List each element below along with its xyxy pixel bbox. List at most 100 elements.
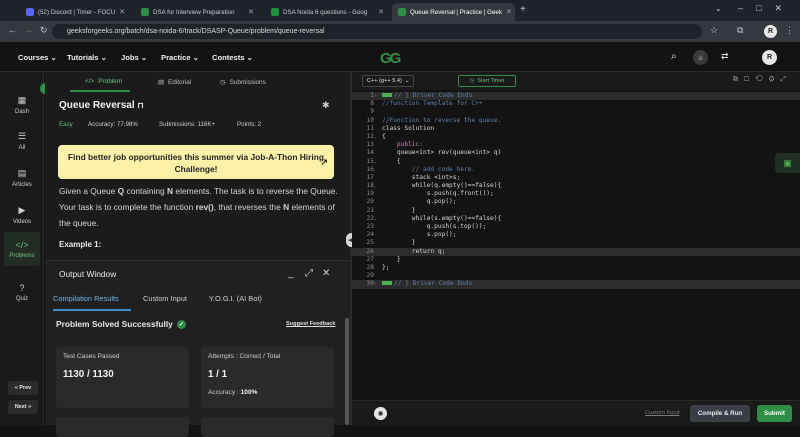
history-icon: ◷ [220,79,226,86]
fold-icon[interactable]: ⌄ [374,158,382,166]
user-avatar[interactable]: R [762,50,777,65]
folded-region-marker[interactable] [382,93,392,97]
code-line[interactable]: 19 s.push(q.front()); [352,190,800,198]
extensions-icon[interactable]: ⧉ [737,25,743,36]
code-line[interactable]: 1 ›// } Driver Code Ends [352,92,800,101]
code-line[interactable]: 11 class Solution [352,125,800,133]
tab-editorial[interactable]: ▤ Editorial [158,78,191,87]
code-line[interactable]: 28}; [352,264,800,272]
code-line[interactable]: 26 return q; [352,247,800,256]
chevron-down-icon[interactable]: ⌄ [715,4,722,13]
profile-avatar[interactable]: R [764,25,777,38]
reload-icon[interactable]: ↻ [40,25,48,36]
window-controls[interactable]: –□✕ [738,3,795,14]
menu-tutorials[interactable]: Tutorials ⌄ [67,53,107,62]
code-line[interactable]: 17 stack <int>s; [352,174,800,182]
tab-compilation-results[interactable]: Compilation Results [53,294,119,303]
code-line[interactable]: 16 // add code here. [352,166,800,174]
new-tab-icon[interactable]: + [520,4,526,15]
code-line[interactable]: 12 ⌄{ [352,133,800,141]
prev-button[interactable]: « Prev [8,381,38,395]
menu-courses[interactable]: Courses ⌄ [18,53,57,62]
code-line[interactable]: 18 ⌄ while(q.empty()==false){ [352,182,800,190]
close-icon[interactable]: ✕ [119,8,125,16]
close-icon[interactable]: ✕ [378,8,384,16]
rail-item-problems[interactable]: </> Problems [4,232,40,266]
browser-tab-sheets[interactable]: DSA Noida 6 questions - Goog ✕ [265,3,390,21]
code-line[interactable]: 22 ⌄ while(s.empty()==false){ [352,215,800,223]
job-a-thon-banner[interactable]: Find better job opportunities this summe… [58,145,334,179]
code-line[interactable]: 15 ⌄ { [352,158,800,166]
fold-icon[interactable]: ⌄ [374,182,382,190]
tab-submissions[interactable]: ◷ Submissions [220,78,266,87]
line-number: 21 [366,206,374,214]
tab-yogi-bot[interactable]: Y.O.G.I. (AI Bot) [209,294,262,303]
folded-region-marker[interactable] [382,281,392,286]
tab-problem[interactable]: </> Problem [85,78,122,85]
rail-item-videos[interactable]: ▶ Videos [4,198,40,232]
translate-icon[interactable]: ⇄ [721,51,729,62]
minimize-icon[interactable]: _ [288,268,294,279]
code-line[interactable]: 9 [352,108,800,116]
close-icon[interactable]: ✕ [322,268,330,279]
code-text: } [382,255,401,263]
tab-label: Queue Reversal | Practice | Geek [410,8,502,16]
rail-item-all[interactable]: ☰ All [4,124,40,158]
search-icon[interactable]: ⌕ [671,51,677,62]
back-icon[interactable]: ← [8,25,17,35]
output-scrollbar[interactable] [345,318,349,425]
close-icon[interactable]: ✕ [248,8,254,16]
language-select[interactable]: C++ (g++ 5.4) ⌄ [362,75,414,87]
tab-custom-input[interactable]: Custom Input [143,294,187,303]
custom-input-link[interactable]: Custom Input [645,410,679,416]
fullscreen-icon[interactable]: ⤢ [305,268,313,279]
fold-icon[interactable]: › [374,92,382,100]
start-timer-button[interactable]: ◷ Start Timer [458,75,516,87]
code-line[interactable]: 13 public: [352,141,800,149]
bug-report-icon[interactable]: ✱ [322,100,330,111]
rail-item-quiz[interactable]: ? Quiz [4,275,40,309]
chat-icon[interactable]: ▣ [775,153,800,173]
browser-tab-discord[interactable]: (52) Discord | Timer - FOCU ✕ [20,3,130,21]
menu-contests[interactable]: Contests ⌄ [212,53,253,62]
next-button[interactable]: Next » [8,400,38,414]
code-line[interactable]: 29 [352,272,800,280]
code-line[interactable]: 20 q.pop(); [352,198,800,206]
compile-run-button[interactable]: Compile & Run [690,405,750,422]
points-stat: Points: 2 [237,121,262,128]
menu-practice[interactable]: Practice ⌄ [161,53,199,62]
code-line[interactable]: 23 q.push(s.top()); [352,223,800,231]
gfg-logo[interactable]: GG [380,50,401,67]
code-line[interactable]: 30 ›// } Driver Code Ends [352,280,800,289]
lightbulb-icon[interactable]: ✺ [374,407,387,420]
fold-icon[interactable]: ⌄ [374,133,382,141]
browser-tab-dsa[interactable]: DSA for Interview Preparation ✕ [135,3,260,21]
code-line[interactable]: 25 } [352,239,800,247]
browser-tab-queue-reversal[interactable]: Queue Reversal | Practice | Geek ✕ [392,3,515,21]
fold-icon[interactable]: ⌄ [374,215,382,223]
code-line[interactable]: 24 s.pop(); [352,231,800,239]
submit-button[interactable]: Submit [757,405,792,422]
forward-icon[interactable]: → [24,25,33,35]
address-bar[interactable]: geeksforgeeks.org/batch/dsa-noida-6/trac… [52,24,702,39]
code-line[interactable]: 21 } [352,207,800,215]
code-line[interactable]: 14 queue<int> rev(queue<int> q) [352,149,800,157]
line-number: 10 [366,116,374,124]
check-circle-icon: ✓ [176,319,186,329]
bookmark-icon[interactable]: ⊓ [137,101,143,110]
star-icon[interactable]: ☆ [710,25,718,36]
close-icon[interactable]: ✕ [506,8,512,16]
theme-toggle-icon[interactable]: ☼ [693,50,708,65]
accuracy-line: Accuracy : 100% [208,389,258,396]
kebab-menu-icon[interactable]: ⋮ [785,25,794,36]
rail-item-articles[interactable]: ▤ Articles [4,161,40,195]
code-line[interactable]: 8 //function Template for C++ [352,100,800,108]
menu-jobs[interactable]: Jobs ⌄ [121,53,147,62]
code-line[interactable]: 27 } [352,256,800,264]
rail-item-dash[interactable]: ▦ Dash [4,88,40,122]
suggest-feedback-link[interactable]: Suggest Feedback [286,321,335,327]
code-line[interactable]: 10 //Function to reverse the queue. [352,117,800,125]
editor-action-icons[interactable]: ⧉▢⟲⚙⤢ [733,76,792,84]
code-area[interactable]: 1 ›// } Driver Code Ends 8//function Templ… [352,92,800,289]
fold-icon[interactable]: › [374,280,382,288]
